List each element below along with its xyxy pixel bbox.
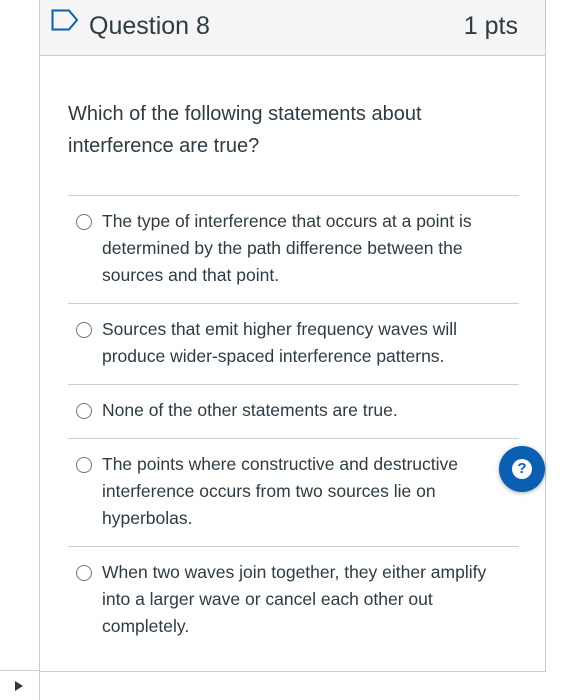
answer-label: None of the other statements are true. bbox=[102, 400, 398, 420]
radio-button[interactable] bbox=[76, 457, 92, 473]
radio-button[interactable] bbox=[76, 214, 92, 230]
answer-option[interactable]: None of the other statements are true. bbox=[68, 384, 519, 438]
page: Question 8 1 pts Which of the following … bbox=[0, 0, 586, 700]
answer-label: When two waves join together, they eithe… bbox=[102, 562, 487, 636]
radio-button[interactable] bbox=[76, 403, 92, 419]
answer-label: The type of interference that occurs at … bbox=[102, 211, 472, 285]
answer-option[interactable]: The points where constructive and destru… bbox=[68, 438, 519, 546]
radio-button[interactable] bbox=[76, 565, 92, 581]
question-text: Which of the following statements about … bbox=[68, 103, 422, 157]
play-triangle-icon bbox=[15, 681, 23, 691]
answer-label: The points where constructive and destru… bbox=[102, 454, 459, 528]
answer-option[interactable]: When two waves join together, they eithe… bbox=[68, 546, 519, 654]
question-header: Question 8 1 pts bbox=[40, 0, 545, 56]
question-points: 1 pts bbox=[463, 12, 518, 40]
answer-option[interactable]: Sources that emit higher frequency waves… bbox=[68, 303, 519, 384]
question-mark-icon: ? bbox=[512, 459, 532, 479]
question-title: Question 8 bbox=[89, 12, 210, 40]
help-button[interactable]: ? bbox=[499, 446, 545, 492]
question-card: Question 8 1 pts Which of the following … bbox=[39, 0, 546, 672]
answer-label: Sources that emit higher frequency waves… bbox=[102, 319, 458, 366]
answer-list: The type of interference that occurs at … bbox=[68, 195, 519, 654]
radio-button[interactable] bbox=[76, 322, 92, 338]
expand-toggle[interactable] bbox=[0, 670, 40, 700]
answer-option[interactable]: The type of interference that occurs at … bbox=[68, 195, 519, 303]
flag-bookmark-icon[interactable] bbox=[51, 9, 79, 31]
